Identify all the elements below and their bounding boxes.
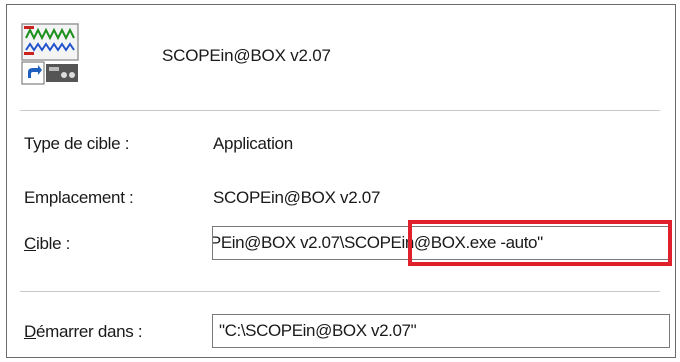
target-label: Cible : — [24, 234, 70, 254]
target-type-value: Application — [213, 134, 293, 153]
start-in-label: Démarrer dans : — [24, 322, 143, 342]
target-label-text: ible : — [35, 234, 71, 253]
properties-panel — [6, 4, 676, 358]
location-label: Emplacement : — [24, 188, 134, 207]
start-in-label-text: émarrer dans : — [35, 322, 143, 341]
target-input[interactable]: DPEin@BOX v2.07\SCOPEin@BOX.exe -auto" — [212, 226, 670, 260]
scope-shortcut-icon — [21, 23, 79, 85]
start-in-label-accesskey: D — [24, 322, 36, 341]
target-label-accesskey: C — [24, 234, 36, 253]
divider — [20, 291, 660, 292]
target-type-label: Type de cible : — [24, 134, 130, 153]
start-in-input[interactable]: "C:\SCOPEin@BOX v2.07" — [212, 314, 670, 348]
target-input-value: DPEin@BOX v2.07\SCOPEin@BOX.exe -auto" — [212, 233, 543, 252]
location-value: SCOPEin@BOX v2.07 — [213, 188, 381, 207]
divider — [20, 110, 660, 111]
shortcut-name: SCOPEin@BOX v2.07 — [162, 46, 331, 65]
